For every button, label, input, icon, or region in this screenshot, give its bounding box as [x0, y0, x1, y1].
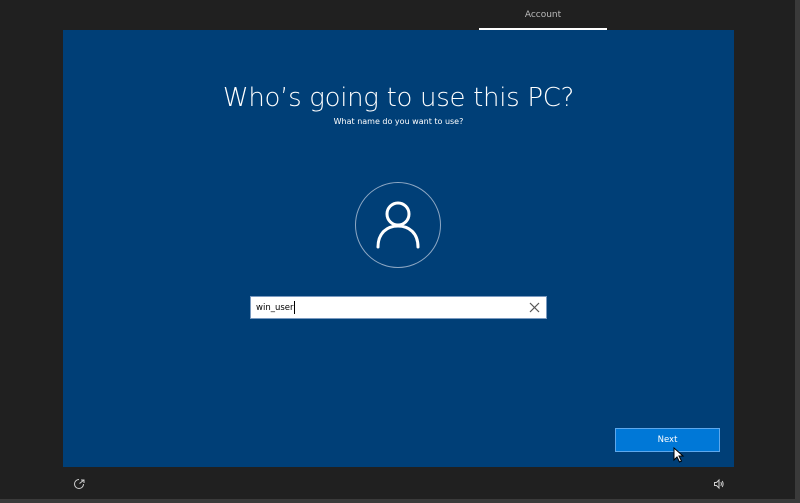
step-label-account: Account: [524, 10, 562, 20]
avatar: [355, 182, 441, 268]
page-subtitle: What name do you want to use?: [333, 117, 464, 126]
text-caret: [294, 301, 295, 314]
bottom-bar: [0, 467, 800, 503]
name-input[interactable]: [256, 300, 516, 315]
volume-icon[interactable]: [713, 478, 725, 490]
setup-window: Account Who’s going to use this PC? What…: [0, 0, 800, 503]
next-button[interactable]: Next: [615, 428, 720, 452]
top-bar: Account: [0, 0, 800, 30]
page-title: Who’s going to use this PC?: [222, 83, 575, 113]
name-field[interactable]: [250, 296, 547, 319]
window-edge-bottom: [0, 499, 800, 503]
main-panel: Who’s going to use this PC? What name do…: [63, 30, 734, 467]
user-icon: [376, 201, 420, 249]
close-icon[interactable]: [528, 301, 541, 314]
window-edge-right: [795, 0, 800, 503]
mouse-pointer-icon: [673, 447, 685, 463]
ease-of-access-icon[interactable]: [73, 478, 85, 490]
